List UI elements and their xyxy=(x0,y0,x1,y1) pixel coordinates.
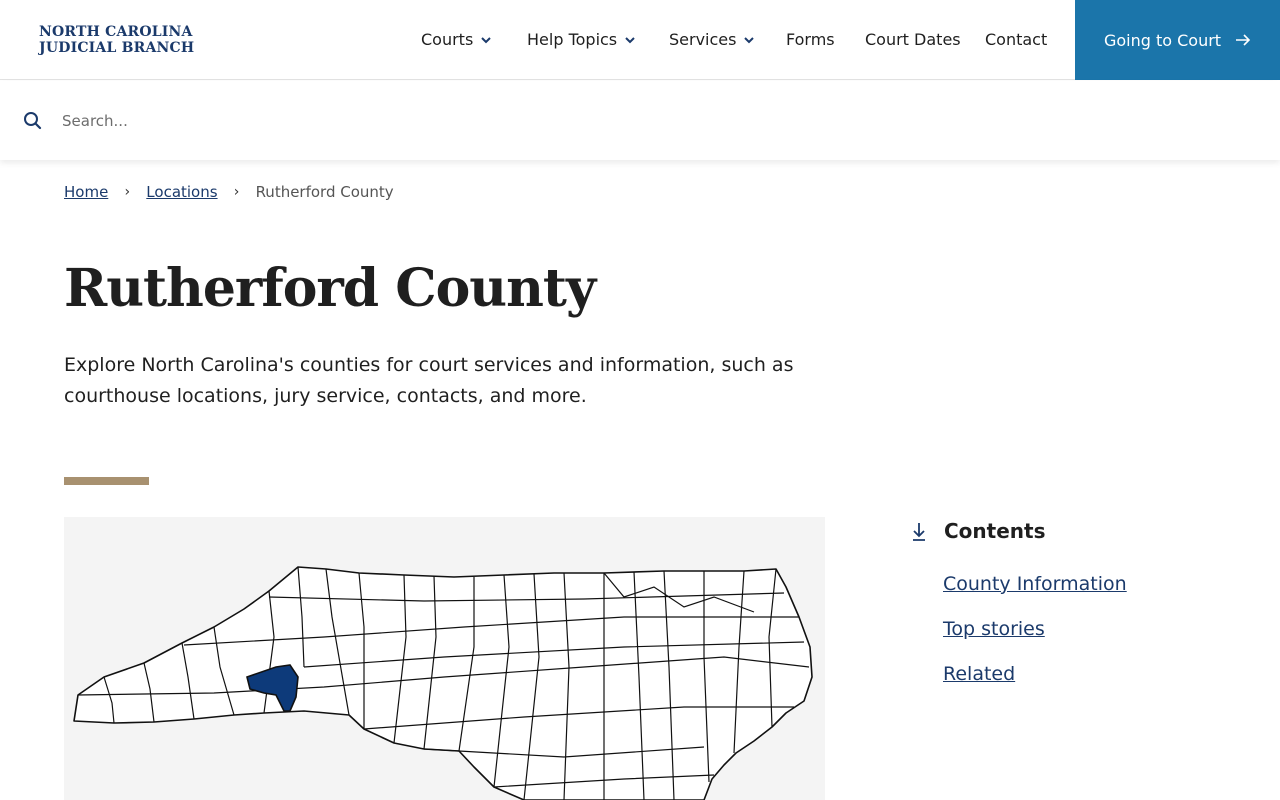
contents-link-county-information[interactable]: County Information xyxy=(943,573,1127,595)
nav-courts-label: Courts xyxy=(421,30,474,49)
chevron-right-icon: › xyxy=(124,184,131,200)
search-input[interactable] xyxy=(62,105,662,137)
arrow-down-to-line-icon xyxy=(913,523,925,541)
nav-courts[interactable]: Courts xyxy=(421,30,493,49)
site-logo[interactable]: NORTH CAROLINA JUDICIAL BRANCH xyxy=(39,24,194,56)
arrow-right-icon xyxy=(1236,34,1251,46)
nav-forms[interactable]: Forms xyxy=(786,30,835,49)
county-map xyxy=(64,517,825,800)
contents-heading-label: Contents xyxy=(944,519,1046,543)
nc-county-map-svg xyxy=(73,566,813,800)
state-outline xyxy=(73,566,813,800)
page-intro: Explore North Carolina's counties for co… xyxy=(64,354,794,407)
breadcrumb-locations[interactable]: Locations xyxy=(146,183,217,201)
nav-forms-label: Forms xyxy=(786,30,835,49)
page-title: Rutherford County xyxy=(64,258,596,319)
accent-divider xyxy=(64,477,149,485)
chevron-right-icon: › xyxy=(233,184,240,200)
nav-help-topics[interactable]: Help Topics xyxy=(527,30,637,49)
logo-line-2: JUDICIAL BRANCH xyxy=(39,40,195,56)
contents-link-related[interactable]: Related xyxy=(943,663,1015,685)
contents-list: County Information Top stories Related xyxy=(908,573,1238,708)
search-icon[interactable] xyxy=(23,111,43,131)
contents-heading: Contents xyxy=(908,516,1238,546)
nav-services[interactable]: Services xyxy=(669,30,756,49)
nav-help-topics-label: Help Topics xyxy=(527,30,618,49)
breadcrumb-current: Rutherford County xyxy=(255,183,394,201)
breadcrumb-home[interactable]: Home xyxy=(64,183,108,201)
nav-contact-label: Contact xyxy=(985,30,1048,49)
nav-court-dates[interactable]: Court Dates xyxy=(865,30,961,49)
contents-item: Top stories xyxy=(943,618,1238,663)
search-bar xyxy=(0,81,1280,160)
going-to-court-button[interactable]: Going to Court xyxy=(1075,0,1280,80)
contents-item: Related xyxy=(943,663,1238,708)
site-header: NORTH CAROLINA JUDICIAL BRANCH Courts He… xyxy=(0,0,1280,80)
contents-link-top-stories[interactable]: Top stories xyxy=(943,618,1045,640)
nav-contact[interactable]: Contact xyxy=(985,30,1047,49)
nav-court-dates-label: Court Dates xyxy=(865,30,961,49)
logo-line-1: NORTH CAROLINA xyxy=(39,24,193,40)
contents-panel: Contents County Information Top stories … xyxy=(908,516,1238,708)
going-to-court-label: Going to Court xyxy=(1103,30,1222,50)
chevron-down-icon xyxy=(625,36,635,43)
chevron-down-icon xyxy=(744,36,755,43)
nav-services-label: Services xyxy=(669,30,737,49)
breadcrumb: Home › Locations › Rutherford County xyxy=(64,183,394,201)
chevron-down-icon xyxy=(481,36,492,43)
contents-item: County Information xyxy=(943,573,1238,618)
